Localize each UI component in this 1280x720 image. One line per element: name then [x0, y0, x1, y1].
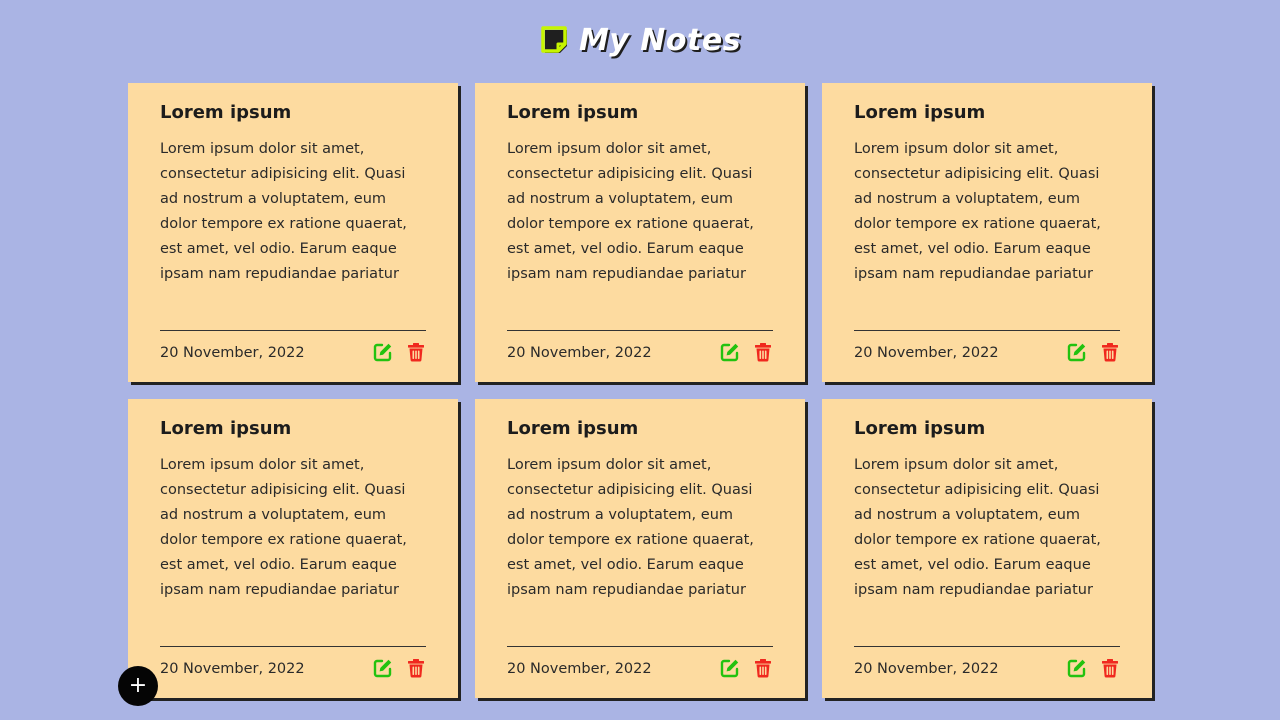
note-date: 20 November, 2022: [854, 661, 999, 677]
app-title: My Notes: [578, 22, 742, 58]
note-date: 20 November, 2022: [507, 345, 652, 361]
note-footer: 20 November, 2022: [507, 646, 773, 687]
note-actions: [720, 340, 773, 362]
note-body: Lorem ipsum dolor sit amet, consectetur …: [160, 457, 407, 598]
edit-icon[interactable]: [720, 342, 740, 362]
plus-icon: +: [128, 673, 148, 698]
sticky-note-icon: [539, 25, 569, 55]
note-actions: [373, 656, 426, 678]
note-card[interactable]: Lorem ipsum Lorem ipsum dolor sit amet, …: [822, 83, 1152, 382]
edit-icon[interactable]: [373, 658, 393, 678]
note-footer: 20 November, 2022: [160, 646, 426, 687]
note-actions: [1067, 340, 1120, 362]
note-actions: [720, 656, 773, 678]
trash-icon[interactable]: [753, 342, 773, 362]
note-title: Lorem ipsum: [854, 102, 986, 123]
note-date: 20 November, 2022: [854, 345, 999, 361]
note-title: Lorem ipsum: [160, 102, 292, 123]
trash-icon[interactable]: [406, 342, 426, 362]
trash-icon[interactable]: [406, 658, 426, 678]
note-footer: 20 November, 2022: [507, 330, 773, 371]
note-body: Lorem ipsum dolor sit amet, consectetur …: [854, 141, 1101, 282]
note-footer: 20 November, 2022: [854, 646, 1120, 687]
note-footer: 20 November, 2022: [854, 330, 1120, 371]
app-header: My Notes: [0, 20, 1280, 60]
note-body: Lorem ipsum dolor sit amet, consectetur …: [507, 457, 754, 598]
note-date: 20 November, 2022: [507, 661, 652, 677]
trash-icon[interactable]: [753, 658, 773, 678]
note-card[interactable]: Lorem ipsum Lorem ipsum dolor sit amet, …: [475, 83, 805, 382]
note-actions: [373, 340, 426, 362]
edit-icon[interactable]: [1067, 658, 1087, 678]
note-title: Lorem ipsum: [507, 418, 639, 439]
note-body: Lorem ipsum dolor sit amet, consectetur …: [507, 141, 754, 282]
trash-icon[interactable]: [1100, 342, 1120, 362]
note-body: Lorem ipsum dolor sit amet, consectetur …: [160, 141, 407, 282]
notes-grid: Lorem ipsum Lorem ipsum dolor sit amet, …: [128, 83, 1158, 698]
note-title: Lorem ipsum: [854, 418, 986, 439]
note-title: Lorem ipsum: [160, 418, 292, 439]
note-card[interactable]: Lorem ipsum Lorem ipsum dolor sit amet, …: [475, 399, 805, 698]
note-body: Lorem ipsum dolor sit amet, consectetur …: [854, 457, 1101, 598]
trash-icon[interactable]: [1100, 658, 1120, 678]
note-date: 20 November, 2022: [160, 661, 305, 677]
note-actions: [1067, 656, 1120, 678]
note-card[interactable]: Lorem ipsum Lorem ipsum dolor sit amet, …: [128, 83, 458, 382]
edit-icon[interactable]: [373, 342, 393, 362]
note-footer: 20 November, 2022: [160, 330, 426, 371]
edit-icon[interactable]: [720, 658, 740, 678]
add-note-button[interactable]: +: [118, 666, 158, 706]
note-date: 20 November, 2022: [160, 345, 305, 361]
note-title: Lorem ipsum: [507, 102, 639, 123]
edit-icon[interactable]: [1067, 342, 1087, 362]
note-card[interactable]: Lorem ipsum Lorem ipsum dolor sit amet, …: [822, 399, 1152, 698]
note-card[interactable]: Lorem ipsum Lorem ipsum dolor sit amet, …: [128, 399, 458, 698]
